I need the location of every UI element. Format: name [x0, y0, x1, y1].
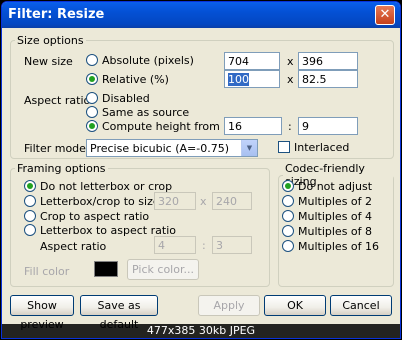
pick-color-button[interactable]: Pick color... [127, 259, 199, 280]
codec-option-label: Multiples of 8 [298, 225, 373, 238]
aspect-disabled-indicator [86, 92, 98, 104]
times-sign: x [200, 195, 207, 208]
codec-option-no-adjust[interactable]: Do not adjust [282, 180, 372, 193]
codec-option-label: Multiples of 16 [298, 240, 380, 253]
times-sign: x [287, 55, 294, 68]
codec-mult-2-indicator [282, 195, 294, 207]
image-caption: 477x385 30kb JPEG [2, 324, 400, 338]
codec-option-mult-4[interactable]: Multiples of 4 [282, 210, 372, 223]
fill-color-swatch [94, 261, 118, 277]
times-sign: x [287, 73, 294, 86]
close-button[interactable]: ✕ [375, 5, 395, 25]
codec-option-mult-16[interactable]: Multiples of 16 [282, 240, 379, 253]
framing-ar-a-input[interactable]: 4 [154, 236, 196, 254]
codec-option-mult-2[interactable]: Multiples of 2 [282, 195, 372, 208]
ok-button[interactable]: OK [264, 295, 326, 316]
framing-options-legend: Framing options [17, 162, 106, 175]
no-letterbox-label: Do not letterbox or crop [40, 180, 173, 193]
title-bar: Filter: Resize [2, 2, 400, 28]
crop-aspect-indicator [24, 210, 36, 222]
size-options-legend: Size options [17, 34, 84, 47]
window-title: Filter: Resize [8, 7, 105, 22]
absolute-height-input[interactable]: 396 [298, 52, 358, 70]
letterbox-size-label: Letterbox/crop to size: [40, 195, 164, 208]
framing-aspect-label: Aspect ratio [40, 240, 107, 253]
relative-width-input[interactable]: 100 [224, 70, 280, 88]
relative-label: Relative (%) [102, 73, 169, 86]
relative-radio[interactable]: Relative (%) [86, 73, 169, 86]
codec-option-label: Multiples of 4 [298, 210, 373, 223]
interlaced-label: Interlaced [294, 141, 350, 154]
filter-mode-select[interactable]: Precise bicubic (A=-0.75) ▼ [86, 139, 258, 157]
crop-aspect-radio[interactable]: Crop to aspect ratio [24, 210, 149, 223]
interlaced-checkbox[interactable]: Interlaced [278, 141, 349, 154]
absolute-width-input[interactable]: 704 [224, 52, 280, 70]
codec-mult-4-indicator [282, 210, 294, 222]
close-icon: ✕ [379, 7, 391, 22]
relative-width-value: 100 [228, 73, 249, 86]
filter-mode-value: Precise bicubic (A=-0.75) [90, 142, 230, 155]
codec-option-label: Do not adjust [298, 180, 373, 193]
framing-ar-colon: : [202, 239, 206, 252]
letterbox-size-radio[interactable]: Letterbox/crop to size: [24, 195, 163, 208]
no-letterbox-radio[interactable]: Do not letterbox or crop [24, 180, 172, 193]
codec-option-label: Multiples of 2 [298, 195, 373, 208]
filter-mode-label: Filter mode [24, 142, 86, 155]
letterbox-aspect-indicator [24, 224, 36, 236]
aspect-compute-indicator [86, 120, 98, 132]
no-letterbox-indicator [24, 180, 36, 192]
letterbox-size-indicator [24, 195, 36, 207]
aspect-same-radio[interactable]: Same as source [86, 106, 189, 119]
aspect-ratio-label: Aspect ratio [24, 94, 91, 107]
aspect-disabled-radio[interactable]: Disabled [86, 92, 150, 105]
letterbox-height-input[interactable]: 240 [212, 192, 252, 210]
ratio-b-input[interactable]: 9 [298, 117, 358, 135]
aspect-same-label: Same as source [102, 106, 190, 119]
letterbox-width-input[interactable]: 320 [154, 192, 196, 210]
codec-option-mult-8[interactable]: Multiples of 8 [282, 225, 372, 238]
aspect-same-indicator [86, 106, 98, 118]
relative-radio-indicator [86, 73, 98, 85]
framing-ar-b-input[interactable]: 3 [212, 236, 252, 254]
absolute-radio-indicator [86, 54, 98, 66]
codec-mult-16-indicator [282, 240, 294, 252]
ratio-a-input[interactable]: 16 [224, 117, 282, 135]
show-preview-button[interactable]: Show preview [10, 295, 74, 331]
absolute-label: Absolute (pixels) [102, 54, 194, 67]
apply-button[interactable]: Apply [198, 295, 260, 316]
chevron-down-icon: ▼ [241, 140, 257, 156]
relative-height-input[interactable]: 82.5 [298, 70, 358, 88]
codec-no-adjust-indicator [282, 180, 294, 192]
interlaced-check-indicator [278, 141, 290, 153]
ratio-colon: : [288, 120, 292, 133]
new-size-label: New size [24, 55, 73, 68]
absolute-radio[interactable]: Absolute (pixels) [86, 54, 194, 67]
crop-aspect-label: Crop to aspect ratio [40, 210, 150, 223]
cancel-button[interactable]: Cancel [330, 295, 392, 316]
aspect-disabled-label: Disabled [102, 92, 150, 105]
codec-mult-8-indicator [282, 225, 294, 237]
resize-dialog: Filter: Resize ✕ Size options New size A… [1, 1, 401, 339]
save-default-button[interactable]: Save as default [80, 295, 158, 331]
fill-color-label: Fill color [24, 265, 70, 278]
